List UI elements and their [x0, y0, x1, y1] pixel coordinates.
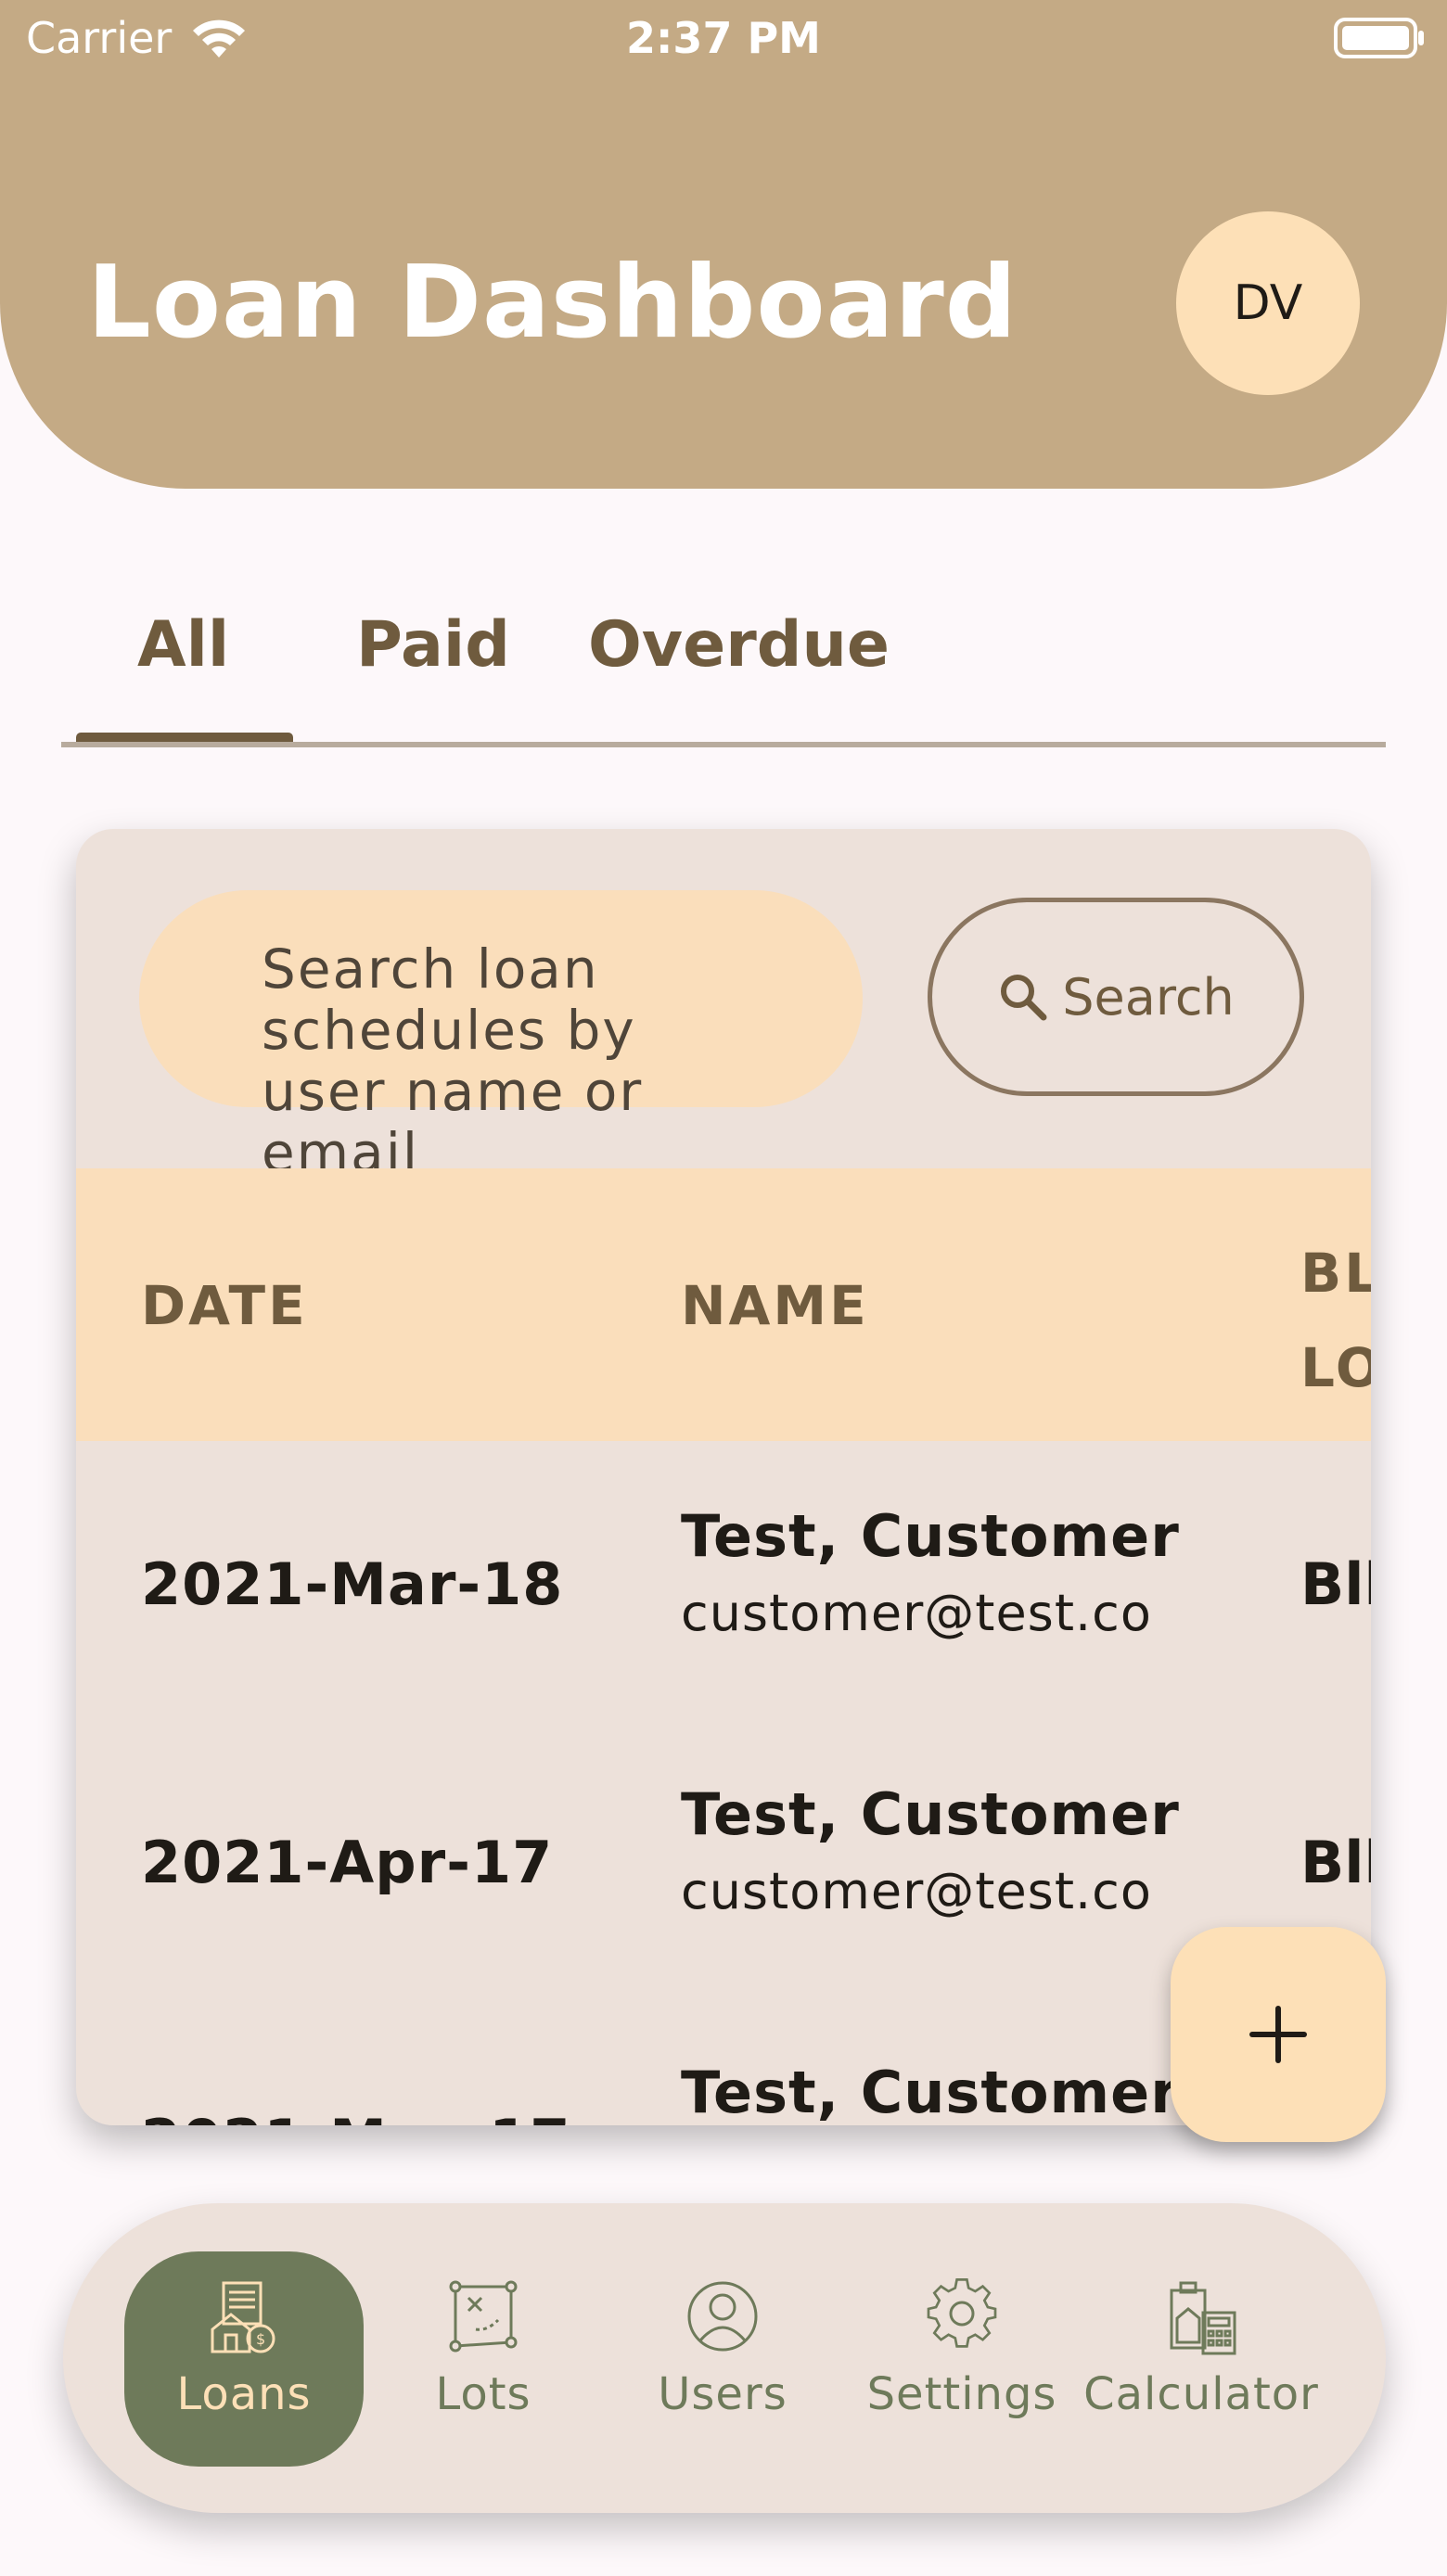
nav-label: Loans	[176, 2368, 312, 2420]
row-name: Test, Customer	[681, 2059, 1180, 2125]
column-header-name[interactable]: NAME	[681, 1274, 869, 1337]
add-loan-button[interactable]	[1171, 1927, 1386, 2142]
page-title: Loan Dashboard	[87, 245, 1018, 361]
plus-icon	[1249, 2006, 1307, 2063]
tab-indicator	[76, 733, 293, 742]
battery-icon	[1334, 18, 1424, 58]
loan-schedule-card: Search loan schedules by user name or em…	[76, 829, 1371, 2125]
nav-item-calculator[interactable]: Calculator	[1082, 2251, 1321, 2467]
search-icon	[1001, 975, 1047, 1021]
loans-icon: $	[211, 2281, 275, 2353]
clock: 2:37 PM	[626, 13, 821, 63]
row-date: 2021-Mar-18	[141, 1550, 564, 1618]
nav-label: Users	[658, 2368, 788, 2420]
avatar[interactable]: DV	[1176, 211, 1360, 395]
nav-item-settings[interactable]: Settings	[842, 2251, 1082, 2467]
column-header-block-lot[interactable]: BL LO	[1300, 1226, 1371, 1415]
tab-overdue[interactable]: Overdue	[588, 608, 890, 682]
svg-text:$: $	[256, 2330, 265, 2348]
search-input[interactable]: Search loan schedules by user name or em…	[139, 890, 863, 1183]
tab-paid[interactable]: Paid	[356, 608, 510, 682]
user-icon	[687, 2281, 758, 2352]
nav-label: Settings	[866, 2368, 1057, 2420]
column-header-date[interactable]: DATE	[141, 1274, 308, 1337]
row-email: customer@test.co	[681, 1862, 1152, 1920]
bottom-navigation: $ Loans Lots Users Settings Calculator	[63, 2203, 1386, 2513]
row-block-lot: Bll	[1300, 1550, 1371, 1618]
nav-item-users[interactable]: Users	[603, 2251, 842, 2467]
search-button-label: Search	[1062, 967, 1235, 1027]
row-block-lot: Bll	[1300, 1829, 1371, 1896]
tab-all[interactable]: All	[137, 608, 229, 682]
nav-label: Calculator	[1083, 2368, 1319, 2420]
row-email: customer@test.co	[681, 1584, 1152, 1642]
lots-icon	[449, 2280, 518, 2353]
row-name: Test, Customer	[681, 1780, 1180, 1848]
gear-icon	[927, 2278, 997, 2348]
row-date: 2021-May-17	[141, 2107, 570, 2125]
nav-item-loans[interactable]: $ Loans	[124, 2251, 364, 2467]
table-row[interactable]: 2021-Mar-18 Test, Customer customer@test…	[76, 1441, 1371, 1719]
search-placeholder: Search loan schedules by user name or em…	[262, 937, 644, 1184]
search-button[interactable]: Search	[928, 898, 1304, 1096]
nav-item-lots[interactable]: Lots	[364, 2251, 603, 2467]
status-bar: Carrier 2:37 PM	[0, 0, 1447, 83]
tab-bar: All Paid Overdue	[61, 556, 1386, 751]
calculator-icon	[1170, 2281, 1236, 2355]
row-name: Test, Customer	[681, 1502, 1180, 1570]
table-header: DATE NAME BL LO	[76, 1168, 1371, 1441]
tab-divider	[61, 742, 1386, 747]
nav-label: Lots	[435, 2368, 531, 2420]
header-bar: Carrier 2:37 PM Loan Dashboard DV	[0, 0, 1447, 489]
row-date: 2021-Apr-17	[141, 1829, 554, 1896]
